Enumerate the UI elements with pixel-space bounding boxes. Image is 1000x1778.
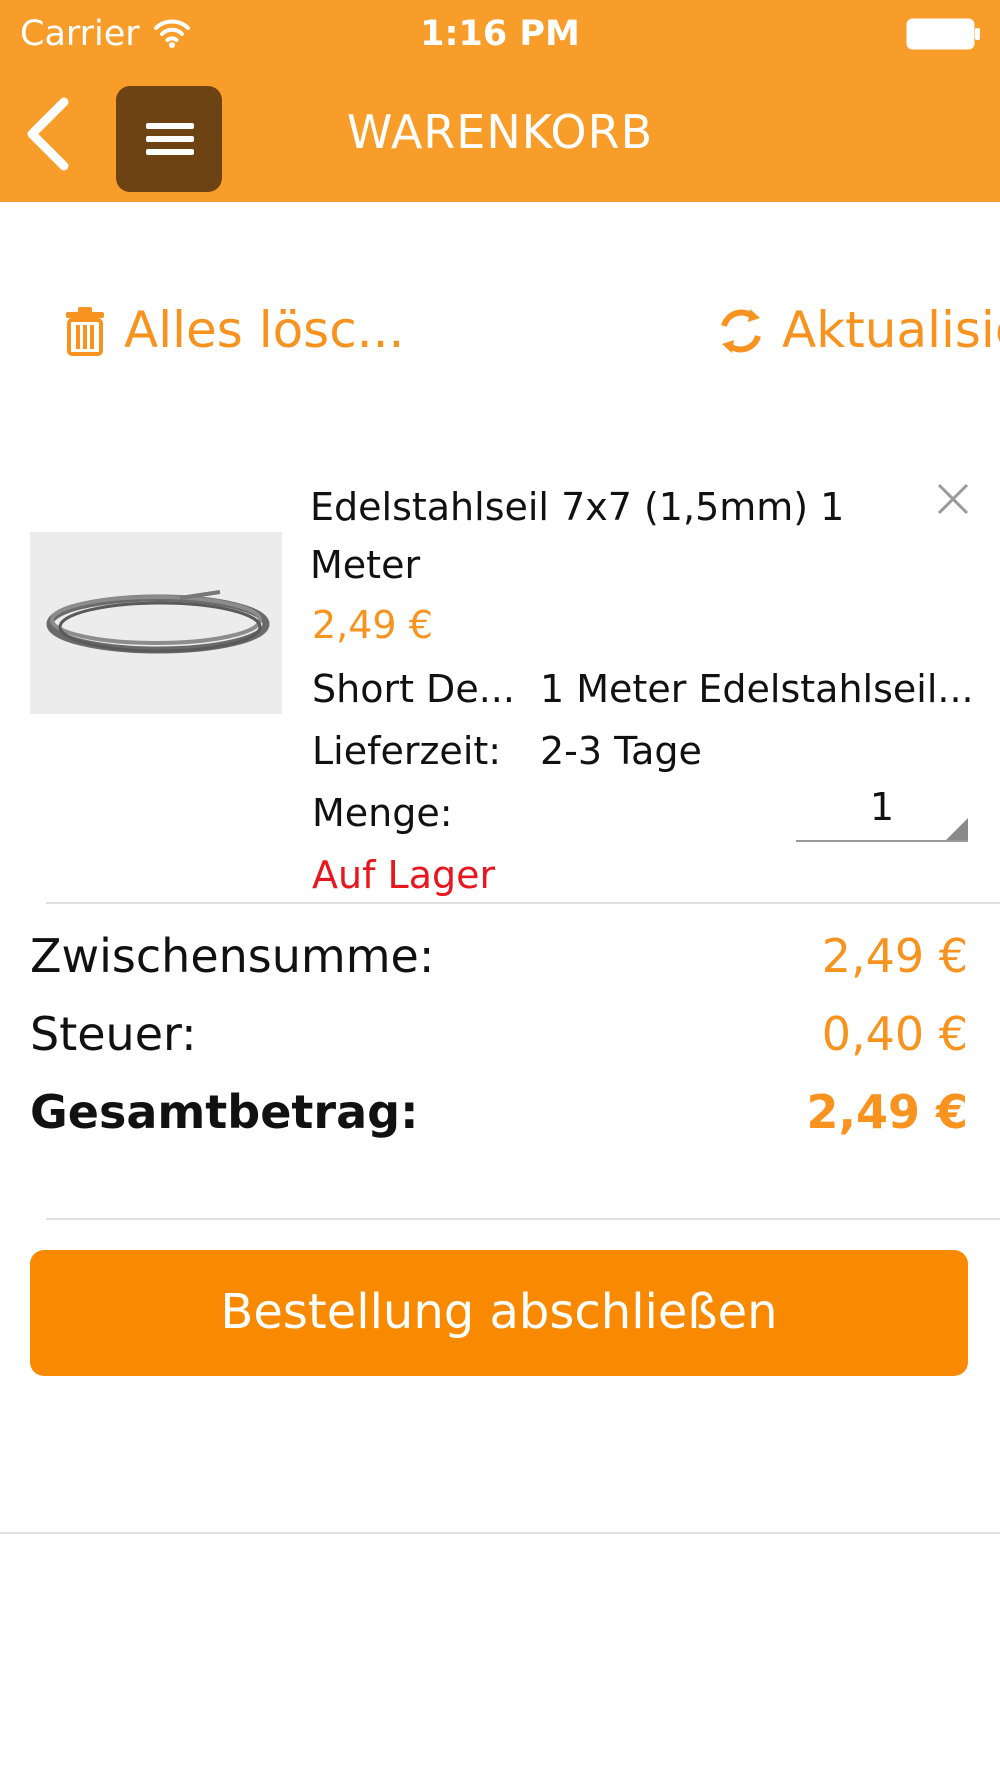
item-divider: [46, 902, 1000, 904]
checkout-button[interactable]: Bestellung abschließen: [30, 1250, 968, 1376]
quantity-input[interactable]: 1: [796, 780, 968, 842]
short-description-value: 1 Meter Edelstahlseil...: [540, 667, 974, 711]
subtotal-label: Zwischensumme:: [30, 929, 435, 983]
checkout-button-label: Bestellung abschließen: [220, 1284, 778, 1340]
delivery-time-value: 2-3 Tage: [540, 729, 702, 773]
delivery-time-label: Lieferzeit:: [312, 729, 502, 773]
stock-status: Auf Lager: [312, 853, 496, 897]
cable-image: [30, 532, 282, 714]
status-time: 1:16 PM: [420, 14, 580, 54]
grand-total-label: Gesamtbetrag:: [30, 1085, 419, 1139]
clear-all-button[interactable]: Alles lösc...: [124, 300, 404, 360]
page-title: WARENKORB: [346, 105, 654, 159]
product-price: 2,49 €: [312, 603, 433, 647]
subtotal-value: 2,49 €: [821, 929, 968, 983]
tax-label: Steuer:: [30, 1007, 197, 1061]
grand-total-value: 2,49 €: [806, 1085, 968, 1139]
refresh-button[interactable]: Aktualisie: [782, 300, 1000, 360]
trash-icon[interactable]: [62, 306, 108, 356]
quantity-label: Menge:: [312, 791, 453, 835]
short-description-label: Short De...: [312, 667, 515, 711]
footer-divider: [0, 1532, 1000, 1534]
tax-value: 0,40 €: [821, 1007, 968, 1061]
close-icon[interactable]: [936, 482, 970, 516]
resize-corner-icon: [946, 818, 968, 840]
totals-divider: [46, 1218, 1000, 1220]
header-bar: Carrier 1:16 PM WARENKORB: [0, 0, 1000, 202]
refresh-icon[interactable]: [716, 306, 766, 356]
quantity-value: 1: [869, 785, 895, 829]
product-image[interactable]: [30, 532, 282, 714]
product-title[interactable]: Edelstahlseil 7x7 (1,5mm) 1 Meter: [310, 478, 870, 594]
battery-icon: [906, 18, 980, 50]
